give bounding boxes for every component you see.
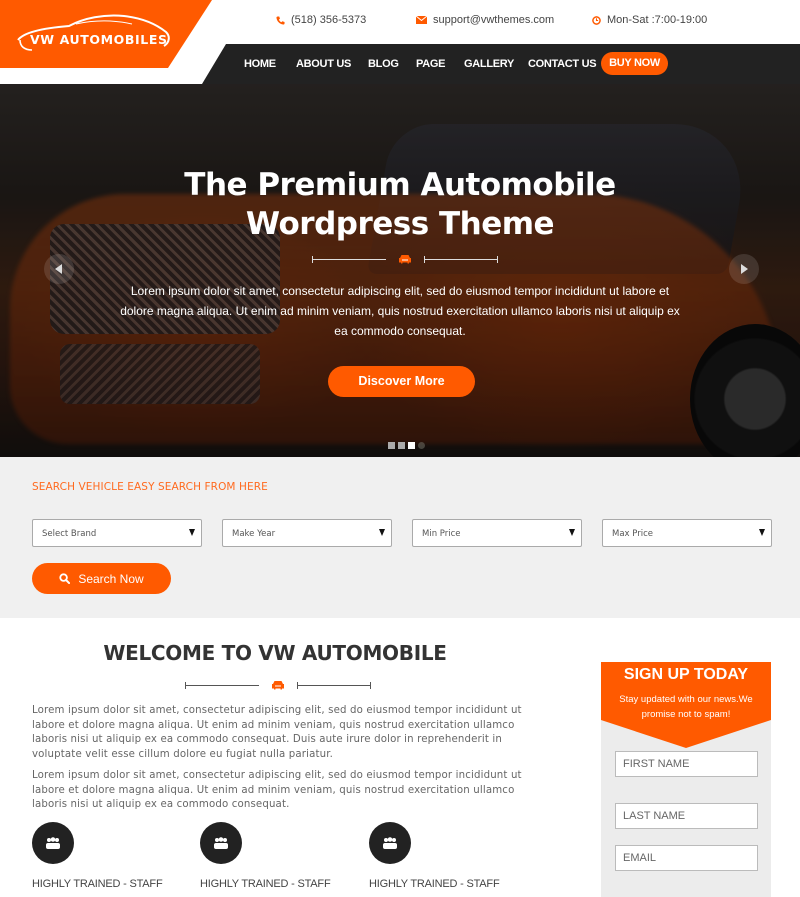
feature-label: HIGHLY TRAINED - STAFF — [32, 878, 163, 890]
logo-text: VW AUTOMOBILES — [30, 32, 168, 47]
nav-gallery[interactable]: GALLERY — [464, 58, 514, 70]
divider-line-right — [424, 255, 498, 263]
slide-dot-4[interactable] — [418, 442, 425, 449]
chevron-right-icon — [741, 264, 748, 274]
year-select-value: Make Year — [232, 529, 276, 539]
slide-dot-2[interactable] — [398, 442, 405, 449]
max-price-select[interactable]: Max Price — [602, 519, 772, 547]
hero-slider: The Premium Automobile Wordpress Theme L… — [0, 84, 800, 457]
feature-icon-circle — [369, 822, 411, 864]
hero-divider — [312, 252, 498, 266]
hero-overlay — [0, 84, 800, 457]
nav-contact-us[interactable]: CONTACT US — [528, 58, 597, 70]
phone-text: (518) 356-5373 — [291, 14, 367, 26]
brand-select-value: Select Brand — [42, 529, 97, 539]
feature-item: HIGHLY TRAINED - STAFF — [32, 822, 192, 890]
slider-dots — [388, 442, 425, 449]
signup-widget: SIGN UP TODAY Stay updated with our news… — [601, 662, 771, 897]
hero-title-line2: Wordpress Theme — [245, 206, 555, 242]
hours-text: Mon-Sat :7:00-19:00 — [607, 14, 708, 26]
car-icon — [271, 680, 285, 690]
vehicle-search: SEARCH VEHICLE EASY SEARCH FROM HERE Sel… — [0, 457, 800, 618]
main-nav: HOME ABOUT US BLOG PAGE GALLERY CONTACT … — [202, 44, 800, 84]
discover-more-button[interactable]: Discover More — [328, 366, 475, 397]
brand-select[interactable]: Select Brand — [32, 519, 202, 547]
feature-label: HIGHLY TRAINED - STAFF — [369, 878, 500, 890]
signup-subtitle: Stay updated with our news.We promise no… — [619, 694, 753, 720]
feature-item: HIGHLY TRAINED - STAFF — [369, 822, 529, 890]
divider-line-left — [312, 255, 386, 263]
slide-dot-3[interactable] — [408, 442, 415, 449]
min-price-select-value: Min Price — [422, 529, 461, 539]
logo[interactable]: VW AUTOMOBILES — [14, 10, 172, 54]
clock-icon — [592, 15, 601, 25]
nav-blog[interactable]: BLOG — [368, 58, 399, 70]
welcome-title: WELCOME TO VW AUTOMOBILE — [103, 641, 447, 665]
topbar-email[interactable]: support@vwthemes.com — [416, 14, 554, 26]
caret-down-icon — [569, 529, 575, 536]
email-field[interactable]: EMAIL — [615, 845, 758, 871]
search-icon — [59, 573, 71, 584]
topbar-hours: Mon-Sat :7:00-19:00 — [592, 14, 707, 26]
users-icon — [46, 836, 60, 849]
last-name-field[interactable]: LAST NAME — [615, 803, 758, 829]
divider-line-right — [297, 681, 371, 689]
nav-home[interactable]: HOME — [244, 58, 276, 70]
buy-now-button[interactable]: BUY NOW — [601, 52, 668, 75]
welcome-divider — [185, 678, 371, 692]
search-title: SEARCH VEHICLE EASY SEARCH FROM HERE — [32, 481, 268, 493]
chevron-left-icon — [55, 264, 62, 274]
signup-header: SIGN UP TODAY Stay updated with our news… — [601, 662, 771, 748]
feature-item: HIGHLY TRAINED - STAFF — [200, 822, 360, 890]
feature-label: HIGHLY TRAINED - STAFF — [200, 878, 331, 890]
slide-dot-1[interactable] — [388, 442, 395, 449]
signup-title: SIGN UP TODAY — [623, 666, 749, 683]
car-icon — [398, 254, 412, 264]
slider-prev-button[interactable] — [44, 254, 74, 284]
hero-title: The Premium Automobile Wordpress Theme — [0, 166, 800, 244]
nav-page[interactable]: PAGE — [416, 58, 445, 70]
welcome-paragraph-1: Lorem ipsum dolor sit amet, consectetur … — [32, 705, 522, 760]
first-name-field[interactable]: FIRST NAME — [615, 751, 758, 777]
search-now-button[interactable]: Search Now — [32, 563, 171, 594]
hero-description: Lorem ipsum dolor sit amet, consectetur … — [120, 284, 680, 338]
min-price-select[interactable]: Min Price — [412, 519, 582, 547]
feature-icon-circle — [200, 822, 242, 864]
max-price-select-value: Max Price — [612, 529, 654, 539]
caret-down-icon — [189, 529, 195, 536]
caret-down-icon — [759, 529, 765, 536]
search-now-label: Search Now — [78, 571, 144, 586]
hero-title-line1: The Premium Automobile — [184, 167, 616, 203]
year-select[interactable]: Make Year — [222, 519, 392, 547]
users-icon — [214, 836, 228, 849]
topbar-phone[interactable]: (518) 356-5373 — [276, 14, 366, 26]
site-header: VW AUTOMOBILES (518) 356-5373 support@vw… — [0, 0, 800, 84]
phone-icon — [276, 15, 285, 25]
divider-line-left — [185, 681, 259, 689]
slider-next-button[interactable] — [729, 254, 759, 284]
logo-banner: VW AUTOMOBILES — [0, 0, 212, 68]
email-text: support@vwthemes.com — [433, 14, 555, 26]
nav-about-us[interactable]: ABOUT US — [296, 58, 351, 70]
caret-down-icon — [379, 529, 385, 536]
envelope-icon — [416, 16, 427, 24]
users-icon — [383, 836, 397, 849]
feature-icon-circle — [32, 822, 74, 864]
welcome-paragraph-2: Lorem ipsum dolor sit amet, consectetur … — [32, 770, 522, 810]
